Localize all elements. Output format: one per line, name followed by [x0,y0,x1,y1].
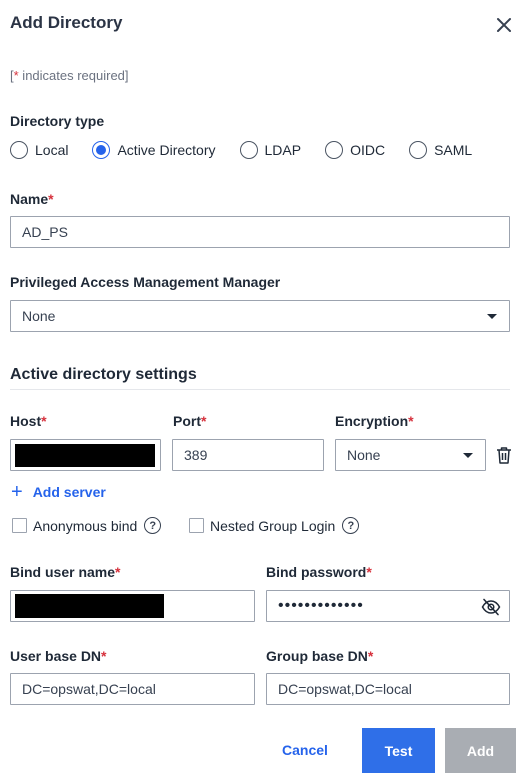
trash-icon[interactable] [496,446,512,464]
anonymous-bind-checkbox[interactable] [12,518,27,533]
dialog-title: Add Directory [10,13,123,32]
nested-group-option: Nested Group Login ? [189,517,360,534]
pam-label: Privileged Access Management Manager [10,274,281,290]
chevron-down-icon [487,314,497,319]
radio-circle[interactable] [325,141,344,159]
directory-type-radio-group: Local Active Directory LDAP OIDC SAML [10,140,496,160]
redacted-value [15,444,155,467]
radio-circle-selected[interactable] [92,141,111,159]
host-input[interactable] [10,439,161,471]
radio-oidc[interactable]: OIDC [325,141,385,159]
encryption-select[interactable]: None [335,439,486,471]
anonymous-bind-label: Anonymous bind [33,517,138,534]
help-icon[interactable]: ? [144,517,162,534]
group-base-dn-input[interactable]: DC=opswat,DC=local [266,673,510,705]
host-label: Host* [10,413,47,429]
chevron-down-icon [463,453,473,458]
pam-select-value: None [22,308,56,324]
port-input[interactable]: 389 [172,439,324,471]
user-base-dn-input[interactable]: DC=opswat,DC=local [10,673,255,705]
radio-active-directory[interactable]: Active Directory [92,141,216,159]
radio-circle[interactable] [10,141,28,159]
directory-type-label: Directory type [10,113,105,129]
bind-password-label: Bind password* [266,564,372,580]
radio-saml[interactable]: SAML [409,141,472,159]
radio-label: Active Directory [117,142,216,158]
add-server-button[interactable]: + Add server [11,481,106,503]
section-title: Active directory settings [10,366,197,383]
help-icon[interactable]: ? [342,517,360,534]
bind-user-label: Bind user name* [10,564,121,580]
radio-local[interactable]: Local [10,141,68,159]
name-label: Name* [10,191,54,207]
nested-group-label: Nested Group Login [210,517,336,534]
required-note: [* indicates required] [10,68,129,83]
name-input[interactable]: AD_PS [10,216,510,248]
radio-label: Local [35,142,69,158]
bind-user-input[interactable] [10,590,255,622]
radio-label: LDAP [264,142,302,158]
password-mask: ••••••••••••• [278,597,364,614]
radio-label: OIDC [350,142,386,158]
radio-circle[interactable] [409,141,428,159]
cancel-button[interactable]: Cancel [282,742,328,758]
bind-password-input[interactable]: ••••••••••••• [266,590,510,622]
user-base-dn-label: User base DN* [10,648,107,664]
pam-select[interactable]: None [10,300,510,332]
encryption-label: Encryption* [335,413,414,429]
close-icon[interactable] [495,16,513,34]
group-base-dn-label: Group base DN* [266,648,374,664]
section-divider [10,389,510,390]
plus-icon: + [11,481,23,503]
test-button[interactable]: Test [362,728,435,773]
nested-group-checkbox[interactable] [189,518,204,533]
eye-off-icon[interactable] [481,598,501,616]
radio-label: SAML [434,142,473,158]
encryption-select-value: None [347,447,381,463]
radio-ldap[interactable]: LDAP [239,141,302,159]
add-server-label: Add server [32,484,106,500]
radio-circle[interactable] [239,141,258,159]
anonymous-bind-option: Anonymous bind ? [12,517,162,534]
add-button[interactable]: Add [445,728,516,773]
port-label: Port* [173,413,207,429]
redacted-value [15,594,164,618]
